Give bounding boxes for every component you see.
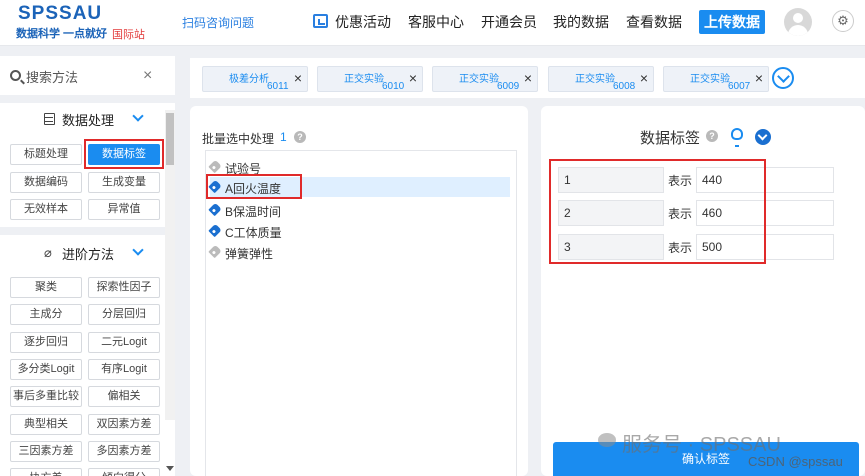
nav-view-data[interactable]: 查看数据 (626, 12, 682, 32)
close-icon[interactable]: × (294, 71, 302, 85)
paperclip-icon: ⌀ (44, 245, 52, 260)
tab-id: 6007 (728, 81, 751, 92)
variable-name: 弹簧弹性 (225, 247, 274, 261)
wechat-icon (598, 433, 616, 447)
nav-service[interactable]: 客服中心 (408, 12, 464, 32)
label-panel-title: 数据标签 (640, 130, 701, 147)
analysis-tab[interactable]: 正交实验 6009 × (432, 66, 538, 92)
method-title-processing[interactable]: 标题处理 (10, 144, 82, 165)
method-ancova[interactable]: 协方差 (10, 468, 82, 476)
clear-search-icon[interactable]: × (143, 67, 152, 85)
nav-my-data[interactable]: 我的数据 (553, 12, 609, 32)
sidebar-scroll-thumb[interactable] (166, 113, 174, 165)
settings-icon[interactable]: ⚙ (832, 10, 854, 32)
section-data-processing[interactable]: 数据处理 (0, 106, 165, 132)
method-outlier[interactable]: 异常值 (88, 199, 160, 220)
avatar[interactable] (784, 8, 812, 36)
method-hierarchical-regression[interactable]: 分层回归 (88, 304, 160, 325)
method-partial-correlation[interactable]: 偏相关 (88, 386, 160, 407)
analysis-tab-bar: 极差分析 6011 × 正交实验 6010 × 正交实验 6009 × 正交实验… (190, 58, 865, 98)
tab-id: 6009 (497, 81, 520, 92)
variable-name: B保温时间 (225, 205, 282, 219)
method-pca[interactable]: 主成分 (10, 304, 82, 325)
tab-id: 6008 (613, 81, 636, 92)
highlight-box-method (84, 139, 164, 169)
analysis-tab[interactable]: 正交实验 6008 × (548, 66, 654, 92)
tab-id: 6011 (267, 81, 289, 92)
nav-promo[interactable]: 优惠活动 (335, 12, 391, 32)
close-icon[interactable]: × (755, 71, 763, 85)
method-binary-logit[interactable]: 二元Logit (88, 332, 160, 353)
watermark-text: 服务号 · SPSSAU (622, 434, 781, 456)
section-label: 进阶方法 (62, 247, 115, 262)
section-advanced-methods[interactable]: ⌀ 进阶方法 (0, 240, 165, 266)
lightbulb-icon[interactable] (731, 128, 743, 147)
scroll-down-icon[interactable] (166, 466, 174, 471)
tab-name: 极差分析 (229, 74, 269, 85)
divider (0, 95, 175, 103)
tab-name: 正交实验 (690, 74, 730, 85)
search-input[interactable] (26, 68, 136, 86)
method-generate-variable[interactable]: 生成变量 (88, 172, 160, 193)
logo-slogan: 数据科学 一点就好 (16, 28, 108, 40)
method-multinomial-logit[interactable]: 多分类Logit (10, 359, 82, 380)
tag-icon (208, 223, 222, 238)
tab-id: 6010 (382, 81, 405, 92)
upload-data-button[interactable]: 上传数据 (699, 10, 765, 34)
highlight-box-variable (206, 174, 302, 199)
csdn-watermark: CSDN @spssau (748, 454, 843, 469)
method-three-way-anova[interactable]: 三因素方差 (10, 441, 82, 462)
help-icon[interactable]: ? (294, 131, 306, 143)
highlight-box-labels (549, 159, 766, 264)
top-header: SPSSAU 数据科学 一点就好 国际站 扫码咨询问题 优惠活动 客服中心 开通… (0, 0, 865, 46)
method-invalid-sample[interactable]: 无效样本 (10, 199, 82, 220)
close-icon[interactable]: × (640, 71, 648, 85)
nav-membership[interactable]: 开通会员 (481, 12, 537, 32)
tab-name: 正交实验 (575, 74, 615, 85)
method-cluster[interactable]: 聚类 (10, 277, 82, 298)
download-icon[interactable] (755, 129, 771, 145)
method-stepwise-regression[interactable]: 逐步回归 (10, 332, 82, 353)
logo[interactable]: SPSSAU (18, 3, 102, 25)
divider (0, 227, 165, 235)
section-label: 数据处理 (62, 113, 115, 128)
method-posthoc[interactable]: 事后多重比较 (10, 386, 82, 407)
help-icon[interactable]: ? (706, 130, 718, 142)
method-canonical-correlation[interactable]: 典型相关 (10, 414, 82, 435)
method-multi-way-anova[interactable]: 多因素方差 (88, 441, 160, 462)
batch-select-label: 批量选中处理 (202, 132, 275, 146)
tag-icon (208, 159, 222, 174)
method-data-encoding[interactable]: 数据编码 (10, 172, 82, 193)
tab-name: 正交实验 (344, 74, 384, 85)
method-propensity[interactable]: 倾向得分 (88, 468, 160, 476)
batch-count: 1 (280, 130, 287, 144)
chevron-down-icon[interactable] (132, 110, 144, 122)
more-tabs-icon[interactable] (772, 67, 794, 89)
promo-icon (313, 14, 328, 28)
search-box[interactable]: × (4, 64, 160, 90)
list-item[interactable]: 弹簧弹性 (208, 242, 510, 262)
method-efa[interactable]: 探索性因子 (88, 277, 160, 298)
chevron-down-icon[interactable] (132, 244, 144, 256)
analysis-tab[interactable]: 正交实验 6010 × (317, 66, 423, 92)
list-item[interactable]: C工体质量 (208, 221, 510, 241)
tab-name: 正交实验 (459, 74, 499, 85)
tag-icon (208, 202, 222, 217)
list-item[interactable]: B保温时间 (208, 200, 510, 220)
tag-icon (208, 244, 222, 259)
analysis-tab[interactable]: 正交实验 6007 × (663, 66, 769, 92)
search-icon (10, 70, 21, 81)
variable-name: C工体质量 (225, 226, 282, 240)
close-icon[interactable]: × (409, 71, 417, 85)
intl-site-link[interactable]: 国际站 (112, 26, 145, 42)
analysis-tab[interactable]: 极差分析 6011 × (202, 66, 308, 92)
method-ordinal-logit[interactable]: 有序Logit (88, 359, 160, 380)
database-icon (44, 113, 55, 125)
scan-consult-link[interactable]: 扫码咨询问题 (182, 14, 254, 31)
close-icon[interactable]: × (524, 71, 532, 85)
method-two-way-anova[interactable]: 双因素方差 (88, 414, 160, 435)
